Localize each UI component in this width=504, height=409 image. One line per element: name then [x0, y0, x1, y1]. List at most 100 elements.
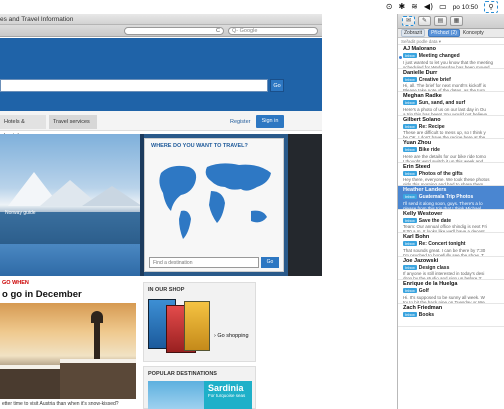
inbox-tag: Inbox: [403, 241, 417, 247]
destination-city: Sardinia: [208, 383, 244, 393]
message-sender: Kelly Westover: [403, 210, 443, 217]
message-sender: Zach Friedman: [403, 304, 443, 311]
inbox-tag: Inbox: [403, 264, 417, 270]
message-subject-text: Sun, sand, and surf: [418, 100, 466, 106]
message-sender: Danielle Durr: [403, 69, 438, 76]
message-sender: Erin Steed: [403, 163, 431, 170]
go-shopping-link[interactable]: › Go shopping: [214, 333, 249, 339]
battery-icon[interactable]: ▭: [439, 0, 447, 14]
snow-cap: [0, 365, 60, 369]
world-map[interactable]: [151, 153, 279, 243]
mailbox-bar: Zobrazit Příchozí (2) Koncepty: [398, 29, 504, 38]
compose-icon[interactable]: ✎: [418, 16, 431, 26]
guidebook-cover[interactable]: [184, 301, 210, 351]
hero-photo-norway[interactable]: Norway guide: [0, 134, 142, 276]
destination-finder-title: WHERE DO YOU WANT TO TRAVEL?: [151, 143, 248, 149]
site-search-input[interactable]: [0, 79, 268, 92]
browser-window-title: es and Travel Information: [0, 14, 322, 25]
trash-icon[interactable]: ▤: [434, 16, 447, 26]
site-search-go-button[interactable]: Go: [270, 79, 284, 92]
destination-tagline: For turquoise seas: [208, 393, 246, 398]
unread-dot-icon: [399, 56, 402, 59]
message-subject-text: Meeting changed: [418, 53, 460, 59]
hero-section: Norway guide WHERE DO YOU WANT TO TRAVEL…: [0, 134, 322, 276]
message-subject-text: Save the date: [418, 217, 452, 224]
message-row[interactable]: Zach Friedman Inbox Books: [398, 304, 504, 327]
message-subject-text: Creative brief: [418, 76, 451, 83]
wifi-icon[interactable]: ≋: [411, 0, 418, 14]
message-row[interactable]: Karl Bohn Inbox Re: Concert tonight That so…: [398, 233, 504, 257]
browser-toolbar: C Q- Google: [0, 25, 322, 37]
mail-window: ✉ ✎ ▤ ▦ Zobrazit Příchozí (2) Koncepty S…: [397, 14, 504, 409]
message-sender: Karl Bohn: [403, 234, 430, 240]
message-row[interactable]: Kelly Westover Inbox Save the date Team: Ou…: [398, 210, 504, 233]
message-subject-text: Guatemala Trip Photos: [418, 194, 474, 200]
inbox-tag: Inbox: [403, 288, 417, 294]
hero-side-panel: [288, 134, 322, 276]
nav-tab-travel-services[interactable]: Travel services: [49, 115, 97, 129]
popular-destinations-title: POPULAR DESTINATIONS: [148, 371, 217, 377]
house-roof: [0, 367, 60, 399]
inbox-mailbox-button[interactable]: Příchozí (2): [428, 29, 460, 37]
message-list: AJ Malorano Inbox Meeting changed I just wa…: [398, 45, 504, 327]
message-subject-text: Bike ride: [418, 147, 440, 153]
message-subject-text: Design class: [418, 264, 450, 271]
message-row[interactable]: Enrique de la Huelga Inbox Golf Hi. It's su…: [398, 280, 504, 304]
message-sender: Enrique de la Huelga: [403, 281, 458, 287]
mailbox-icon[interactable]: ✉: [402, 16, 415, 26]
message-subject-text: Golf: [418, 288, 429, 294]
archive-icon[interactable]: ▦: [450, 16, 463, 26]
go-when-caption: etter time to visit Austria than when it…: [2, 401, 119, 407]
browser-window: es and Travel Information C Q- Google Go…: [0, 14, 322, 409]
drafts-mailbox-button[interactable]: Koncepty: [463, 30, 484, 36]
address-bar[interactable]: C: [124, 26, 224, 35]
destination-go-button[interactable]: Go: [261, 257, 279, 268]
destination-input[interactable]: Find a destination: [149, 257, 259, 268]
inbox-tag: Inbox: [403, 76, 417, 82]
inbox-tag: Inbox: [403, 194, 417, 200]
sign-in-button[interactable]: Sign in: [256, 115, 284, 128]
snow-cap: [60, 359, 136, 363]
inbox-tag: Inbox: [403, 217, 417, 223]
popular-destinations-panel: POPULAR DESTINATIONS Sardinia For turquo…: [143, 366, 256, 409]
austria-photo[interactable]: [0, 303, 136, 399]
message-sender: Yuan Zhou: [403, 140, 432, 146]
message-subject-text: Re: Recipe: [418, 123, 445, 130]
sardinia-photo[interactable]: [148, 381, 204, 409]
nav-tab-hotels[interactable]: Hotels & hostels: [0, 115, 46, 139]
inbox-tag: Inbox: [403, 53, 417, 59]
message-row[interactable]: Danielle Durr Inbox Creative brief Hi, all.…: [398, 69, 504, 92]
shop-panel: IN OUR SHOP › Go shopping: [143, 282, 256, 362]
message-row[interactable]: Heather Landers Inbox Guatemala Trip Photo…: [398, 186, 504, 210]
bluetooth-icon[interactable]: ✱: [398, 0, 405, 14]
spotlight-icon[interactable]: ⚲: [484, 1, 498, 13]
message-row[interactable]: Meghan Radke Inbox Sun, sand, and surf Here…: [398, 92, 504, 116]
message-subject-text: Books: [418, 311, 435, 318]
browser-search-field[interactable]: Q- Google: [228, 26, 318, 35]
menu-clock[interactable]: po 10:50: [453, 4, 478, 11]
message-sender: Meghan Radke: [403, 93, 442, 99]
message-sender: AJ Malorano: [403, 46, 437, 52]
show-mailboxes-button[interactable]: Zobrazit: [401, 29, 426, 37]
house-roof: [60, 361, 136, 399]
mail-toolbar: ✉ ✎ ▤ ▦: [398, 14, 504, 29]
sort-control[interactable]: Seřadit podle data ▾: [398, 38, 504, 45]
hero-caption[interactable]: Norway guide: [5, 210, 36, 216]
menu-bar: ⊙ ✱ ≋ ◀) ▭ po 10:50 ⚲: [0, 0, 504, 14]
inbox-tag: Inbox: [403, 311, 417, 317]
hero-strip: [0, 244, 140, 276]
message-row[interactable]: Gilbert Solano Inbox Re: Recipe These are d…: [398, 116, 504, 139]
register-link[interactable]: Register: [230, 117, 250, 127]
sardinia-card[interactable]: Sardinia For turquoise seas: [204, 381, 252, 409]
message-row[interactable]: AJ Malorano Inbox Meeting changed I just wa…: [398, 45, 504, 69]
message-row[interactable]: Joe Jazowski Inbox Design class If anyone i…: [398, 257, 504, 280]
volume-icon[interactable]: ◀): [424, 0, 433, 14]
message-preview: I just wanted to let you know that the m…: [403, 59, 494, 65]
message-row[interactable]: Erin Steed Inbox Photos of the gifts Hey th…: [398, 163, 504, 186]
reload-icon[interactable]: C: [216, 28, 220, 34]
message-row[interactable]: Yuan Zhou Inbox Bike ride Here are the deta…: [398, 139, 504, 163]
go-when-headline[interactable]: o go in December: [2, 289, 82, 300]
shop-title: IN OUR SHOP: [148, 287, 185, 293]
inbox-tag: Inbox: [403, 147, 417, 153]
sync-icon[interactable]: ⊙: [386, 0, 393, 14]
